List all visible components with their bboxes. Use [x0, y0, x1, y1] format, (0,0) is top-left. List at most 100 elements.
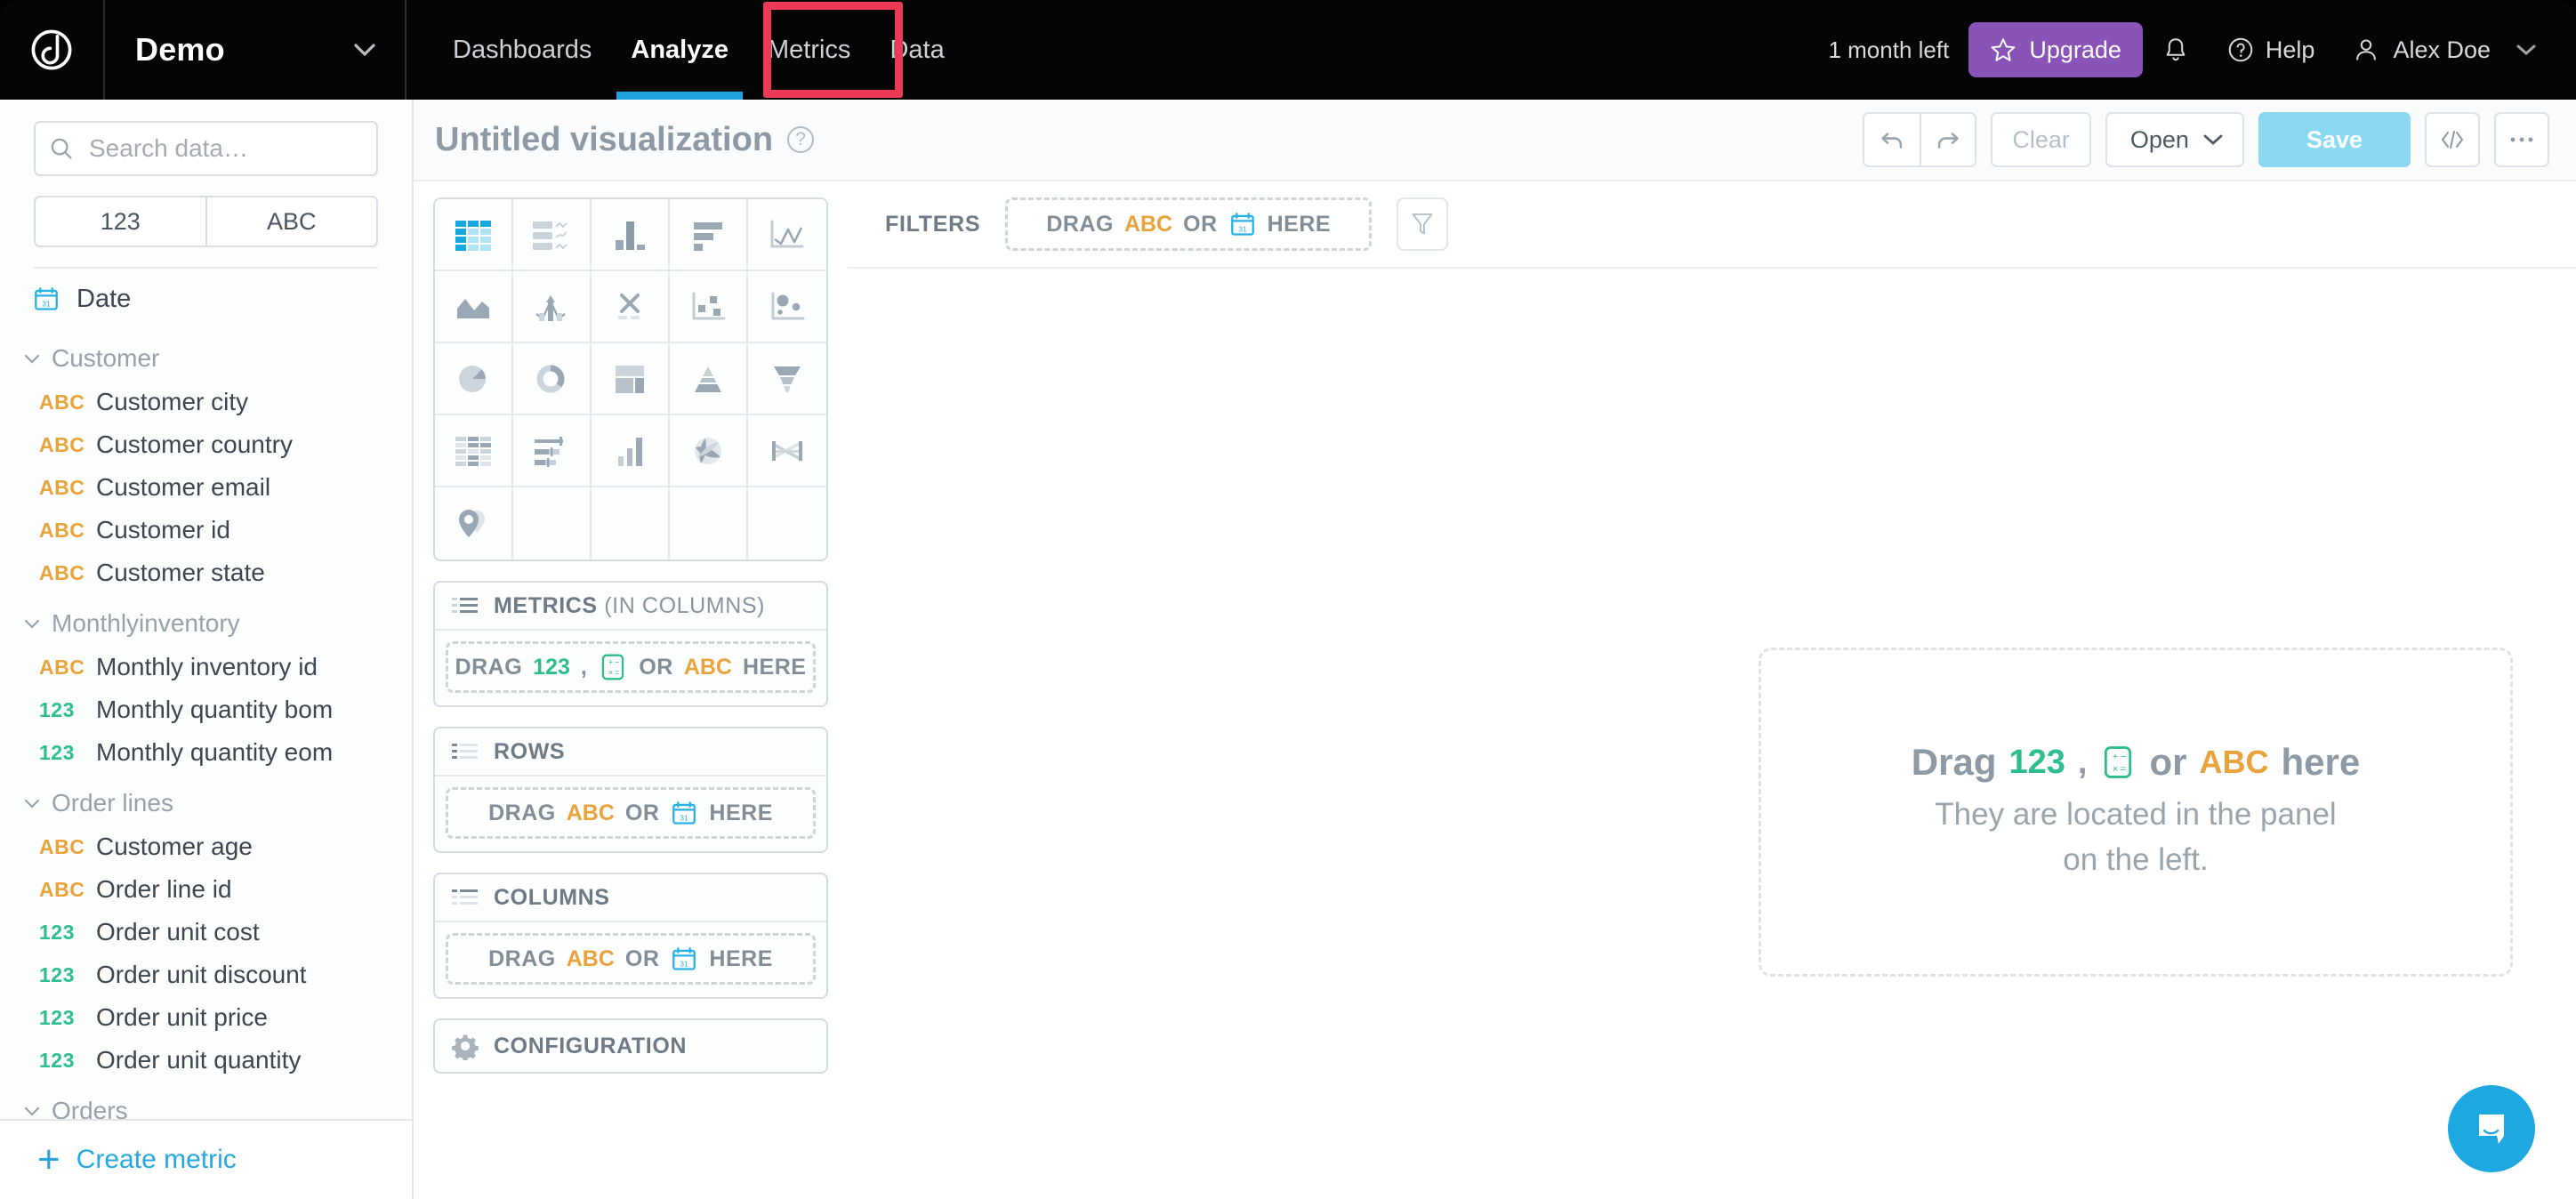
redo-icon	[1933, 125, 1963, 155]
chart-type-line[interactable]	[748, 199, 826, 271]
chart-type-waterfall-bars[interactable]	[592, 415, 670, 487]
sidebar-divider	[34, 267, 378, 269]
field-type-badge: 123	[39, 963, 84, 987]
chart-type-map[interactable]	[435, 487, 513, 559]
chart-type-area[interactable]	[435, 271, 513, 343]
more-options-button[interactable]	[2494, 112, 2549, 167]
field-date[interactable]: 31 Date	[0, 274, 412, 324]
chart-type-scatter-square[interactable]	[670, 271, 748, 343]
field-type-badge: ABC	[39, 835, 84, 859]
chart-type-progress-bars[interactable]	[513, 415, 592, 487]
field-item[interactable]: ABC Customer state	[0, 551, 412, 594]
numeric-badge: 123	[2009, 744, 2065, 782]
sankey-icon	[767, 433, 808, 469]
undo-redo-group	[1863, 112, 1976, 167]
filter-settings-button[interactable]	[1397, 197, 1448, 251]
chart-type-donut[interactable]	[513, 343, 592, 415]
upgrade-label: Upgrade	[2029, 36, 2121, 64]
undo-button[interactable]	[1864, 114, 1920, 165]
field-group-order-lines[interactable]: Order lines	[0, 781, 412, 825]
drag-label: DRAG	[455, 655, 523, 680]
field-item[interactable]: ABC Customer email	[0, 466, 412, 509]
nav-item-dashboards[interactable]: Dashboards	[433, 0, 611, 100]
toggle-numeric[interactable]: 123	[36, 197, 205, 245]
metrics-list-icon	[451, 595, 479, 616]
or-label: OR	[1183, 212, 1218, 237]
upgrade-button[interactable]: Upgrade	[1968, 22, 2143, 77]
support-chat-button[interactable]	[2448, 1085, 2535, 1172]
empty-state-subline-2: on the left.	[2063, 838, 2208, 883]
calculation-icon: + − × =	[2099, 744, 2137, 781]
drag-label: DRAG	[488, 801, 556, 826]
field-item[interactable]: 123 Order unit price	[0, 996, 412, 1039]
chart-type-bubble[interactable]	[748, 271, 826, 343]
field-item[interactable]: ABC Customer country	[0, 423, 412, 466]
field-item[interactable]: ABC Order line id	[0, 868, 412, 911]
app-logo[interactable]	[0, 0, 105, 100]
open-button[interactable]: Open	[2105, 112, 2244, 167]
field-item[interactable]: ABC Customer age	[0, 825, 412, 868]
comma: ,	[2078, 744, 2088, 782]
field-item[interactable]: ABC Monthly inventory id	[0, 646, 412, 688]
save-button[interactable]: Save	[2258, 112, 2411, 167]
field-item[interactable]: 123 Order unit cost	[0, 911, 412, 954]
field-item[interactable]: 123 Order unit quantity	[0, 1039, 412, 1082]
chart-type-pie[interactable]	[435, 343, 513, 415]
calendar-icon: 31	[32, 285, 60, 313]
nav-item-analyze[interactable]: Analyze	[611, 0, 748, 100]
chart-type-funnel[interactable]	[748, 343, 826, 415]
field-item[interactable]: ABC Customer id	[0, 509, 412, 551]
toggle-text[interactable]: ABC	[205, 197, 377, 245]
question-mark-icon[interactable]: ?	[787, 126, 814, 153]
page-title[interactable]: Untitled visualization	[435, 121, 773, 159]
chart-type-radial-sunburst[interactable]	[670, 415, 748, 487]
search-input[interactable]: Search data…	[34, 121, 378, 176]
filters-dropzone[interactable]: DRAG ABC OR 31 HERE	[1005, 197, 1372, 251]
nav-item-data[interactable]: Data	[870, 0, 963, 100]
chart-type-bar[interactable]	[670, 199, 748, 271]
field-item[interactable]: 123 Order unit discount	[0, 954, 412, 996]
shelf-columns-dropzone[interactable]: DRAG ABC OR 31 HERE	[446, 933, 816, 985]
field-item[interactable]: 123 Monthly quantity eom	[0, 731, 412, 774]
redo-button[interactable]	[1920, 114, 1975, 165]
chart-type-sankey[interactable]	[748, 415, 826, 487]
chevron-down-icon[interactable]	[351, 41, 378, 59]
clear-button[interactable]: Clear	[1991, 112, 2091, 167]
filter-bar: FILTERS DRAG ABC OR 31 HERE	[848, 181, 2576, 267]
embed-code-button[interactable]	[2425, 112, 2480, 167]
chart-type-column[interactable]	[592, 199, 670, 271]
shelf-configuration[interactable]: CONFIGURATION	[433, 1018, 828, 1074]
bar-chart-icon	[688, 217, 728, 253]
or-label: OR	[625, 801, 660, 826]
chart-type-pyramid[interactable]	[670, 343, 748, 415]
field-item[interactable]: 123 Monthly quantity bom	[0, 688, 412, 731]
field-group-orders[interactable]: Orders	[0, 1089, 412, 1119]
rows-list-icon	[451, 741, 479, 762]
svg-text:+: +	[608, 658, 613, 667]
shelf-rows-dropzone[interactable]: DRAG ABC OR 31 HERE	[446, 787, 816, 839]
chart-type-table[interactable]	[435, 199, 513, 271]
field-item[interactable]: ABC Customer city	[0, 381, 412, 423]
undo-icon	[1877, 125, 1907, 155]
nav-divider	[405, 0, 407, 100]
chart-type-pivot-table[interactable]	[435, 415, 513, 487]
chart-type-cross[interactable]	[592, 271, 670, 343]
question-circle-icon	[2226, 36, 2255, 64]
user-menu-button[interactable]: Alex Doe	[2332, 17, 2553, 83]
help-button[interactable]: Help	[2209, 17, 2333, 83]
chart-type-list-sparkline[interactable]	[513, 199, 592, 271]
x-cross-icon	[609, 289, 650, 325]
field-group-monthlyinventory[interactable]: Monthlyinventory	[0, 601, 412, 646]
field-group-customer[interactable]: Customer	[0, 336, 412, 381]
workspace-selector[interactable]: Demo	[0, 0, 405, 100]
field-type-toggle[interactable]: 123 ABC	[34, 196, 378, 247]
chart-type-waterfall[interactable]	[513, 271, 592, 343]
area-chart-icon	[453, 289, 494, 325]
shelf-metrics-dropzone[interactable]: DRAG 123 , + − × = OR ABC	[446, 641, 816, 693]
canvas-empty-state[interactable]: Drag 123 , + − × = or ABC	[1759, 648, 2513, 977]
chart-type-treemap[interactable]	[592, 343, 670, 415]
calculation-icon: + − × =	[598, 652, 628, 682]
notifications-button[interactable]	[2143, 17, 2209, 83]
create-metric-button[interactable]: + Create metric	[0, 1119, 412, 1199]
nav-item-metrics[interactable]: Metrics	[748, 0, 870, 100]
